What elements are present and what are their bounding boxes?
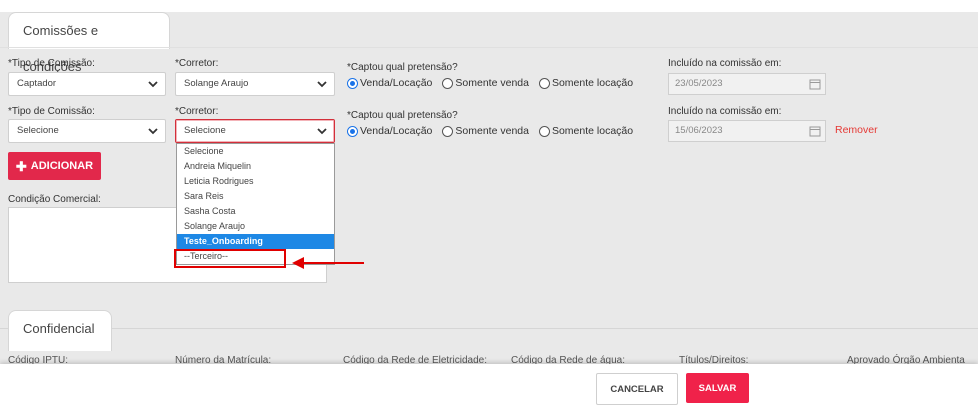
annotation-highlight-box — [174, 249, 286, 268]
arrow-left-icon — [292, 257, 364, 269]
corretor-dropdown-list: Selecione Andreia Miquelin Leticia Rodri… — [176, 143, 335, 265]
tipo-comissao-label-1: *Tipo de Comissão: — [8, 58, 95, 69]
dropdown-option[interactable]: Andreia Miquelin — [177, 159, 334, 174]
corretor-select-1[interactable]: Solange Araujo — [175, 72, 335, 96]
tipo-comissao-label-2: *Tipo de Comissão: — [8, 106, 95, 117]
radio-label: Somente locação — [551, 77, 634, 89]
tipo-comissao-value-2: Selecione — [17, 125, 59, 136]
radio-label: Venda/Locação — [360, 125, 433, 137]
radio-label: Somente venda — [455, 125, 529, 137]
captou-radio-group-2: Venda/Locação Somente venda Somente loca… — [347, 125, 639, 137]
incluido-value-1: 23/05/2023 — [675, 78, 723, 89]
corretor-select-2[interactable]: Selecione — [175, 119, 335, 143]
dropdown-option[interactable]: Leticia Rodrigues — [177, 174, 334, 189]
incluido-date-2[interactable]: 15/06/2023 — [668, 120, 826, 142]
radio-label: Somente venda — [455, 77, 529, 89]
corretor-label-1: *Corretor: — [175, 58, 219, 69]
save-button[interactable]: SALVAR — [686, 373, 749, 403]
calendar-icon[interactable] — [809, 78, 821, 90]
page-top-strip — [0, 0, 978, 12]
captou-radio-group-1: Venda/Locação Somente venda Somente loca… — [347, 77, 639, 89]
radio-indicator[interactable] — [538, 77, 550, 89]
radio-venda-locacao-1[interactable]: Venda/Locação — [347, 77, 432, 89]
plus-icon: ✚ — [15, 158, 27, 174]
incluido-label-1: Incluído na comissão em: — [668, 58, 782, 69]
radio-somente-venda-1[interactable]: Somente venda — [442, 77, 529, 89]
radio-venda-locacao-2[interactable]: Venda/Locação — [347, 125, 432, 137]
cancel-button-label: CANCELAR — [610, 383, 664, 395]
chevron-down-icon — [148, 81, 158, 88]
remove-link[interactable]: Remover — [835, 124, 878, 136]
incluido-label-2: Incluído na comissão em: — [668, 106, 782, 117]
radio-somente-locacao-2[interactable]: Somente locação — [538, 125, 634, 137]
save-button-label: SALVAR — [698, 382, 737, 394]
tipo-comissao-select-2[interactable]: Selecione — [8, 119, 166, 143]
section-tab-confidencial[interactable]: Confidencial — [8, 310, 112, 351]
radio-indicator[interactable] — [442, 125, 454, 137]
chevron-down-icon — [317, 81, 327, 88]
radio-somente-locacao-1[interactable]: Somente locação — [538, 77, 634, 89]
incluido-date-1[interactable]: 23/05/2023 — [668, 73, 826, 95]
tipo-comissao-select-1[interactable]: Captador — [8, 72, 166, 96]
section-divider — [0, 47, 978, 48]
incluido-value-2: 15/06/2023 — [675, 125, 723, 136]
add-button-label: ADICIONAR — [30, 160, 94, 172]
dropdown-option[interactable]: Sasha Costa — [177, 204, 334, 219]
dropdown-option[interactable]: Sara Reis — [177, 189, 334, 204]
radio-somente-venda-2[interactable]: Somente venda — [442, 125, 529, 137]
cancel-button[interactable]: CANCELAR — [596, 373, 678, 405]
radio-label: Somente locação — [551, 125, 634, 137]
radio-indicator[interactable] — [347, 125, 358, 137]
corretor-label-2: *Corretor: — [175, 106, 219, 117]
radio-indicator[interactable] — [538, 125, 550, 137]
dropdown-option-highlighted[interactable]: Teste_Onboarding — [177, 234, 334, 249]
add-button[interactable]: ✚ ADICIONAR — [8, 152, 101, 180]
radio-indicator[interactable] — [347, 77, 358, 89]
chevron-down-icon — [148, 128, 158, 135]
calendar-icon[interactable] — [809, 125, 821, 137]
confidencial-divider — [0, 328, 978, 329]
section-tab-comissoes[interactable]: Comissões e condições — [8, 12, 170, 74]
condicao-label: Condição Comercial: — [8, 194, 101, 205]
radio-indicator[interactable] — [442, 77, 454, 89]
radio-label: Venda/Locação — [360, 77, 433, 89]
corretor-value-1: Solange Araujo — [184, 78, 249, 89]
captou-label-2: *Captou qual pretensão? — [347, 110, 458, 121]
section-title-confidencial: Confidencial — [23, 321, 95, 336]
captou-label-1: *Captou qual pretensão? — [347, 62, 458, 73]
dropdown-option[interactable]: Solange Araujo — [177, 219, 334, 234]
corretor-value-2: Selecione — [184, 125, 226, 136]
chevron-down-icon — [317, 128, 327, 135]
footer-bar: CANCELAR SALVAR — [0, 364, 978, 413]
dropdown-option[interactable]: Selecione — [177, 144, 334, 159]
tipo-comissao-value-1: Captador — [17, 78, 57, 89]
